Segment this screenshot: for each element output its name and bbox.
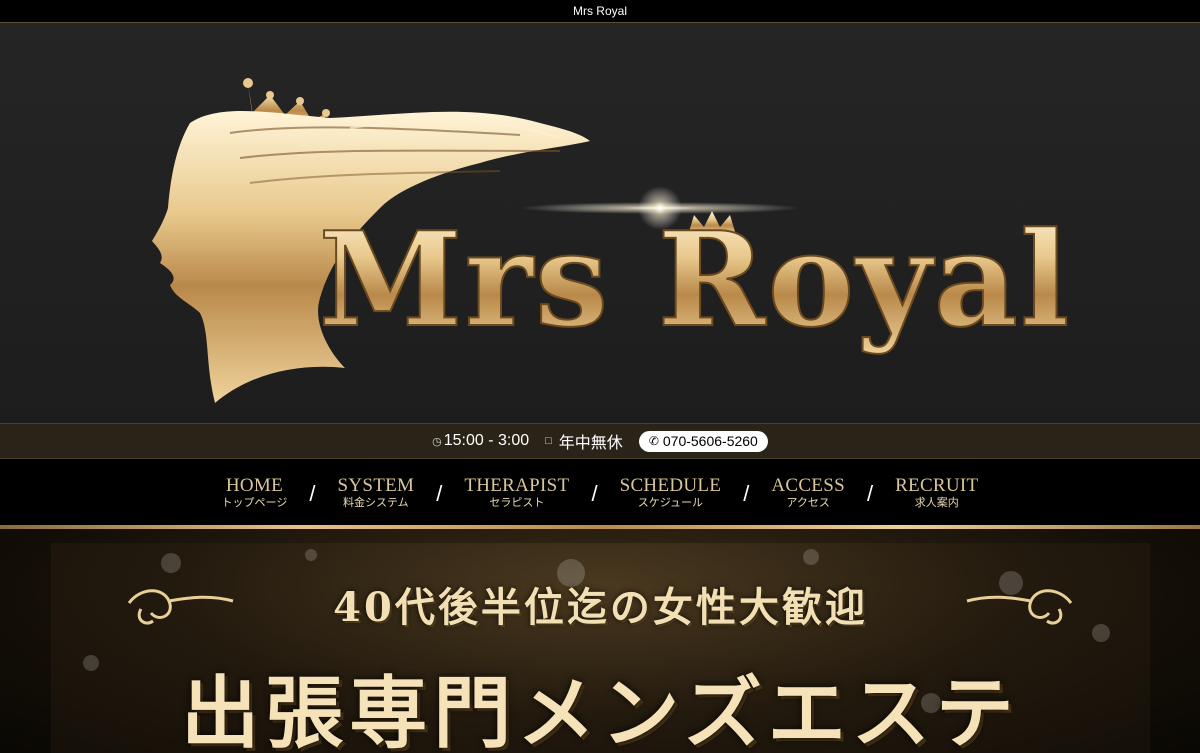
- nav-label-en: RECRUIT: [895, 474, 979, 496]
- nav-item-home[interactable]: HOME トップページ: [222, 475, 288, 510]
- calendar-icon: □: [545, 435, 552, 447]
- nav-separator: /: [591, 481, 598, 506]
- holiday-group: □ 年中無休: [545, 429, 623, 453]
- banner-title: 出張専門メンズエステ: [181, 668, 1020, 753]
- info-bar: ◷ 15:00 - 3:00 □ 年中無休 ✆ 070-5606-5260: [0, 423, 1200, 459]
- nav-label-ja: スケジュール: [637, 496, 703, 509]
- nav-label-ja: 求人案内: [914, 496, 959, 509]
- hours-text: 15:00 - 3:00: [443, 432, 530, 449]
- phone-number: 070-5606-5260: [662, 432, 758, 449]
- nav-item-system[interactable]: SYSTEM 料金システム: [337, 475, 414, 510]
- phone-button[interactable]: ✆ 070-5606-5260: [638, 430, 768, 452]
- main-nav: HOME トップページ / SYSTEM 料金システム / THERAPIST …: [0, 459, 1200, 525]
- banner-headline: 40代後半位迄の女性大歓迎: [333, 584, 868, 631]
- banner-background: 40代後半位迄の女性大歓迎 出張専門メンズエステ: [0, 529, 1200, 753]
- nav-label-ja: アクセス: [786, 496, 830, 509]
- nav-label-en: SCHEDULE: [619, 474, 722, 496]
- nav-label-en: SYSTEM: [337, 474, 415, 496]
- main-banner[interactable]: 40代後半位迄の女性大歓迎 出張専門メンズエステ: [51, 543, 1150, 753]
- logo-text: Mrs Royal: [319, 203, 1072, 356]
- hours-group: ◷ 15:00 - 3:00: [432, 432, 529, 450]
- hero-logo-area: Mrs Royal: [0, 23, 1200, 423]
- nav-label-ja: トップページ: [221, 496, 288, 509]
- site-title-bar: Mrs Royal: [0, 0, 1200, 23]
- nav-separator: /: [309, 481, 316, 506]
- logo[interactable]: Mrs Royal: [0, 23, 1200, 423]
- holiday-text: 年中無休: [558, 435, 623, 452]
- nav-item-schedule[interactable]: SCHEDULE スケジュール: [620, 475, 722, 510]
- nav-separator: /: [436, 481, 443, 506]
- nav-label-en: THERAPIST: [464, 474, 570, 496]
- nav-separator: /: [743, 481, 750, 506]
- nav-item-access[interactable]: ACCESS アクセス: [771, 475, 845, 510]
- nav-item-therapist[interactable]: THERAPIST セラピスト: [464, 475, 569, 510]
- clock-icon: ◷: [432, 435, 442, 448]
- nav-label-en: HOME: [225, 474, 284, 496]
- nav-label-en: ACCESS: [771, 474, 845, 496]
- nav-label-ja: 料金システム: [343, 496, 409, 509]
- phone-icon: ✆: [648, 433, 659, 448]
- nav-item-recruit[interactable]: RECRUIT 求人案内: [895, 475, 978, 510]
- nav-separator: /: [866, 481, 874, 506]
- site-title: Mrs Royal: [572, 4, 627, 18]
- nav-label-ja: セラピスト: [489, 496, 545, 509]
